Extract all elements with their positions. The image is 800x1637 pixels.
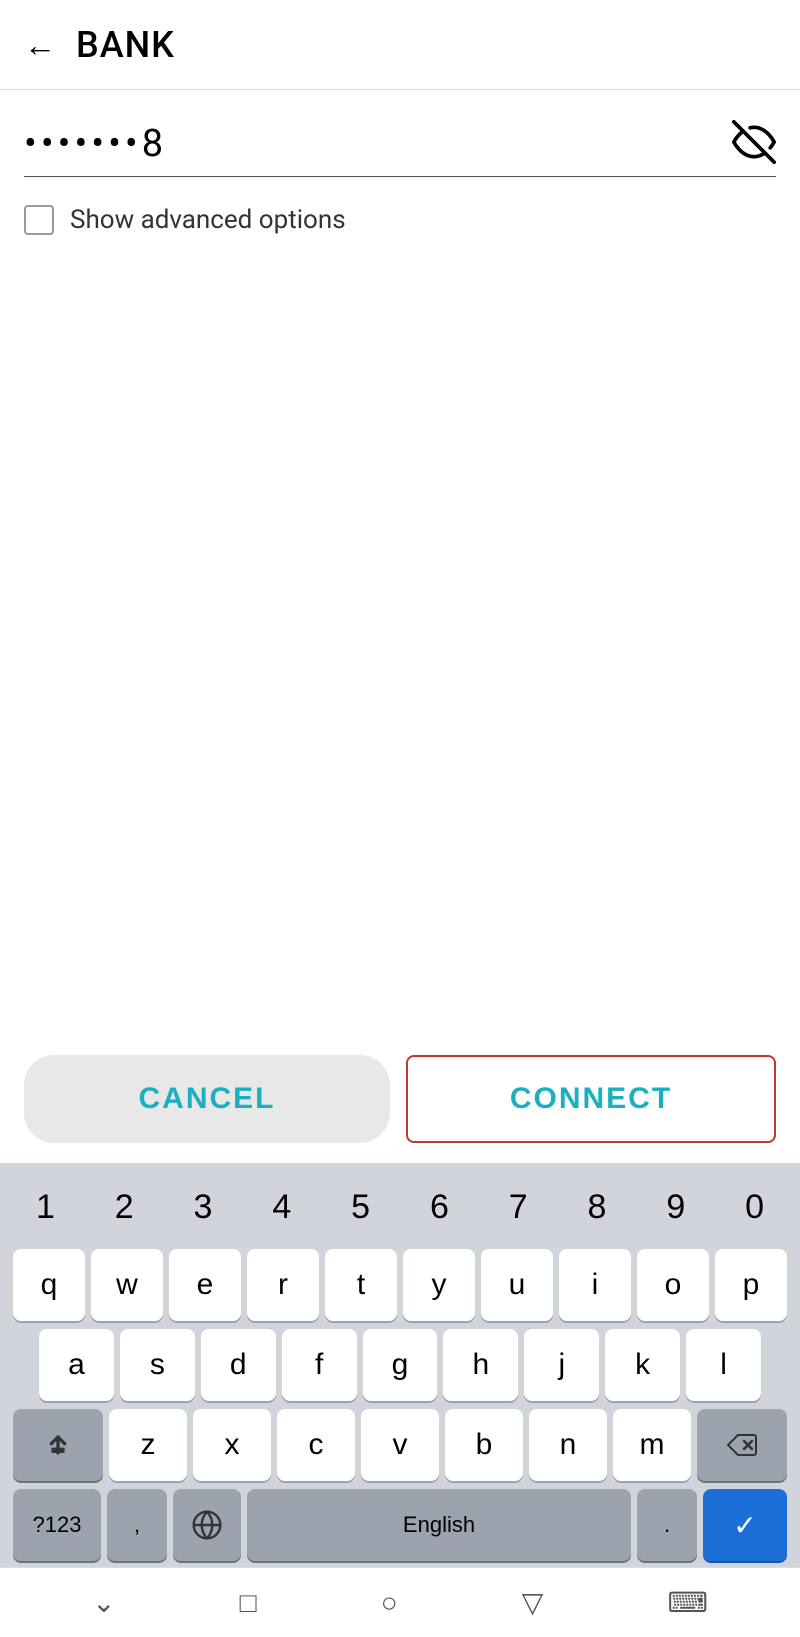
- space-key[interactable]: English: [247, 1489, 631, 1561]
- comma-key[interactable]: ,: [107, 1489, 167, 1561]
- key-h[interactable]: h: [443, 1329, 518, 1401]
- key-3[interactable]: 3: [164, 1173, 243, 1241]
- key-b[interactable]: b: [445, 1409, 523, 1481]
- content-area: •••••••8 Show advanced options: [0, 90, 800, 1035]
- keyboard-row-asdf: a s d f g h j k l: [6, 1329, 794, 1401]
- action-buttons: CANCEL CONNECT: [0, 1035, 800, 1163]
- page-title: BANK: [76, 24, 175, 66]
- key-r[interactable]: r: [247, 1249, 319, 1321]
- period-key[interactable]: .: [637, 1489, 697, 1561]
- key-k[interactable]: k: [605, 1329, 680, 1401]
- nav-menu-icon[interactable]: ▽: [522, 1586, 544, 1619]
- key-l[interactable]: l: [686, 1329, 761, 1401]
- advanced-options-label: Show advanced options: [70, 205, 346, 235]
- key-z[interactable]: z: [109, 1409, 187, 1481]
- backspace-key[interactable]: [697, 1409, 787, 1481]
- shift-key[interactable]: [13, 1409, 103, 1481]
- num-switch-key[interactable]: ?123: [13, 1489, 101, 1561]
- key-9[interactable]: 9: [636, 1173, 715, 1241]
- key-6[interactable]: 6: [400, 1173, 479, 1241]
- keyboard: 1 2 3 4 5 6 7 8 9 0 q w e r t y u i o p …: [0, 1163, 800, 1567]
- globe-key[interactable]: [173, 1489, 241, 1561]
- back-button[interactable]: ←: [24, 26, 56, 64]
- header: ← BANK: [0, 0, 800, 90]
- key-7[interactable]: 7: [479, 1173, 558, 1241]
- key-a[interactable]: a: [39, 1329, 114, 1401]
- key-1[interactable]: 1: [6, 1173, 85, 1241]
- key-m[interactable]: m: [613, 1409, 691, 1481]
- password-value: •••••••8: [24, 122, 732, 166]
- key-0[interactable]: 0: [715, 1173, 794, 1241]
- key-o[interactable]: o: [637, 1249, 709, 1321]
- connect-button[interactable]: CONNECT: [406, 1055, 776, 1143]
- key-d[interactable]: d: [201, 1329, 276, 1401]
- key-w[interactable]: w: [91, 1249, 163, 1321]
- key-p[interactable]: p: [715, 1249, 787, 1321]
- keyboard-func-row: ?123 , English . ✓: [6, 1489, 794, 1561]
- key-g[interactable]: g: [363, 1329, 438, 1401]
- key-u[interactable]: u: [481, 1249, 553, 1321]
- advanced-options-checkbox[interactable]: [24, 205, 54, 235]
- nav-keyboard-icon[interactable]: ⌨: [667, 1586, 707, 1619]
- nav-bar: ⌄ □ ○ ▽ ⌨: [0, 1567, 800, 1637]
- key-e[interactable]: e: [169, 1249, 241, 1321]
- password-field[interactable]: •••••••8: [24, 120, 776, 177]
- key-j[interactable]: j: [524, 1329, 599, 1401]
- key-y[interactable]: y: [403, 1249, 475, 1321]
- keyboard-row-qwerty: q w e r t y u i o p: [6, 1249, 794, 1321]
- advanced-options-row[interactable]: Show advanced options: [24, 205, 776, 235]
- key-f[interactable]: f: [282, 1329, 357, 1401]
- key-i[interactable]: i: [559, 1249, 631, 1321]
- key-s[interactable]: s: [120, 1329, 195, 1401]
- key-v[interactable]: v: [361, 1409, 439, 1481]
- toggle-visibility-button[interactable]: [732, 120, 776, 168]
- cancel-button[interactable]: CANCEL: [24, 1055, 390, 1143]
- key-8[interactable]: 8: [558, 1173, 637, 1241]
- enter-key[interactable]: ✓: [703, 1489, 787, 1561]
- key-n[interactable]: n: [529, 1409, 607, 1481]
- nav-back-icon[interactable]: ⌄: [92, 1586, 115, 1619]
- key-x[interactable]: x: [193, 1409, 271, 1481]
- key-q[interactable]: q: [13, 1249, 85, 1321]
- nav-home-icon[interactable]: □: [240, 1586, 257, 1619]
- key-5[interactable]: 5: [321, 1173, 400, 1241]
- nav-recents-icon[interactable]: ○: [381, 1586, 398, 1619]
- keyboard-row-zxcv: z x c v b n m: [6, 1409, 794, 1481]
- key-4[interactable]: 4: [242, 1173, 321, 1241]
- keyboard-number-row: 1 2 3 4 5 6 7 8 9 0: [6, 1173, 794, 1241]
- key-2[interactable]: 2: [85, 1173, 164, 1241]
- key-c[interactable]: c: [277, 1409, 355, 1481]
- key-t[interactable]: t: [325, 1249, 397, 1321]
